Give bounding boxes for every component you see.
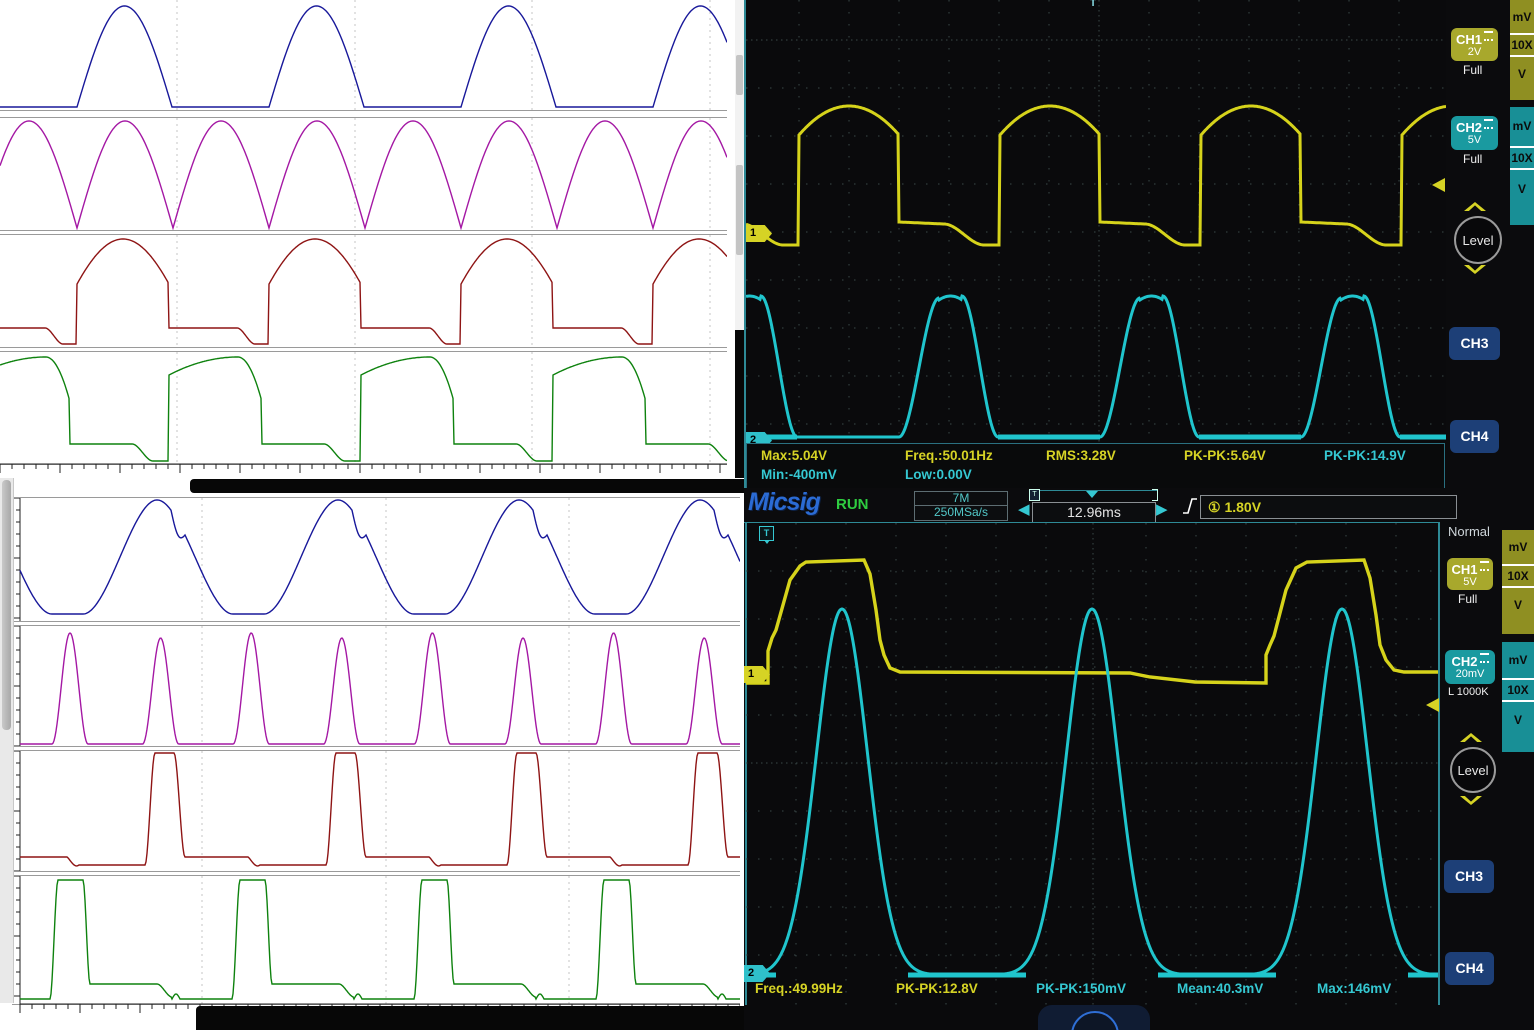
meas-pkpk1: PK-PK:12.8V <box>896 981 978 996</box>
ch1-unit-panel[interactable]: mV 10X V <box>1502 530 1534 634</box>
meas-pkpk1: PK-PK:5.64V <box>1184 448 1266 463</box>
level-down-chevron-icon[interactable] <box>1464 265 1486 274</box>
level-down-chevron-icon[interactable] <box>1460 796 1482 805</box>
unit-mv[interactable]: mV <box>1502 642 1534 678</box>
t-glyph: T <box>1029 489 1040 501</box>
ch2-scale: 5V <box>1467 134 1482 146</box>
ch2-button[interactable]: CH2 20mV <box>1445 650 1495 684</box>
dc-coupling-icon <box>1479 653 1489 663</box>
unit-v[interactable]: V <box>1510 170 1534 209</box>
timebase-box[interactable]: 12.96ms <box>1032 502 1156 523</box>
level-up-chevron-icon[interactable] <box>1460 733 1482 742</box>
end-bracket <box>1152 489 1158 501</box>
dc-coupling-icon <box>1484 119 1493 129</box>
scrollbar-thumb[interactable] <box>736 55 743 95</box>
level-knob[interactable]: Level <box>1454 216 1502 264</box>
memory-samplerate-box[interactable]: 7M 250MSa/s <box>914 491 1008 521</box>
unit-mv[interactable]: mV <box>1510 107 1534 146</box>
ch1-scale: 5V <box>1463 576 1477 588</box>
ch2-bandwidth: Full <box>1463 152 1483 166</box>
micsig-logo: Micsig <box>748 488 821 516</box>
ch1-scale: 2V <box>1467 46 1482 58</box>
meas-pkpk2: PK-PK:150mV <box>1036 981 1127 996</box>
meas-rms: RMS:3.28V <box>1046 448 1116 463</box>
ch2-scale: 20mV <box>1455 668 1485 680</box>
plot-red-pulses <box>12 750 740 872</box>
probe-10x[interactable]: 10X <box>1502 678 1534 703</box>
probe-10x[interactable]: 10X <box>1510 33 1534 57</box>
trigger-position-bar[interactable]: T <box>1029 489 1158 501</box>
taskbar-fragment <box>196 1006 746 1030</box>
measurement-bar: Max:5.04V Freq.:50.01Hz RMS:3.28V PK-PK:… <box>746 443 1445 489</box>
plot-clamped-sine <box>12 497 740 622</box>
trigger-time-flag[interactable]: T <box>759 526 774 544</box>
level-up-chevron-icon[interactable] <box>1464 202 1486 211</box>
plot-gate-bells <box>12 625 740 747</box>
ch2-memory: L 1000K <box>1448 686 1489 698</box>
trigger-mode[interactable]: Normal <box>1448 524 1490 539</box>
ch1-bandwidth: Full <box>1463 63 1483 77</box>
probe-10x[interactable]: 10X <box>1510 145 1534 170</box>
meas-pkpk2: PK-PK:14.9V <box>1324 448 1406 463</box>
probe-10x[interactable]: 10X <box>1502 564 1534 589</box>
meas-low: Low:0.00V <box>905 467 972 482</box>
scrollbar-thumb[interactable] <box>736 165 743 255</box>
meas-min: Min:-400mV <box>761 467 837 482</box>
meas-max: Max:5.04V <box>761 448 828 463</box>
dc-coupling-icon <box>1479 561 1489 571</box>
unit-mv[interactable]: mV <box>1510 0 1534 33</box>
left-scrollbar-thumb[interactable] <box>2 480 11 730</box>
ch2-unit-panel[interactable]: mV 10X V <box>1510 107 1534 225</box>
run-status[interactable]: RUN <box>836 496 869 513</box>
oscilloscope-screen-top: T 1 2 Max:5.04V Freq.:50.01Hz RMS:3.28V … <box>744 0 1446 489</box>
simulation-plot-window-top <box>0 0 745 478</box>
trigger-position-icon: T <box>1090 0 1097 9</box>
oscilloscope-screen-bottom: T 1 2 Freq.:49.99Hz PK-PK:12.8V PK-PK:15… <box>744 522 1440 1030</box>
timebase-right-arrow-icon[interactable]: ▶ <box>1156 501 1168 519</box>
ch4-button[interactable]: CH4 <box>1445 952 1494 985</box>
x-axis-ticks <box>0 463 727 473</box>
meas-mean: Mean:40.3mV <box>1177 981 1264 996</box>
waveform-traces <box>746 104 1446 440</box>
plot-rectified-sine <box>0 117 727 231</box>
simulation-plot-window-bottom <box>0 478 745 1030</box>
timebase-left-arrow-icon[interactable]: ◀ <box>1018 501 1030 519</box>
waveform-traces <box>746 558 1438 978</box>
title-bar-fragment <box>190 479 746 493</box>
sample-rate: 250MSa/s <box>933 505 989 519</box>
control-panel-bottom: Normal mV 10X V CH1 5V Full CH2 20mV L 1… <box>1440 522 1534 1030</box>
meas-freq: Freq.:50.01Hz <box>905 448 993 463</box>
rising-slope-icon[interactable] <box>1182 496 1198 516</box>
plot-green-pulses <box>12 875 740 1005</box>
ch1-unit-panel[interactable]: mV 10X V <box>1510 0 1534 100</box>
ch2-button[interactable]: CH2 5V <box>1451 116 1498 150</box>
ch1-bandwidth: Full <box>1458 592 1478 606</box>
unit-v[interactable]: V <box>1510 57 1534 90</box>
composite-screenshot: T 1 2 Max:5.04V Freq.:50.01Hz RMS:3.28V … <box>0 0 1534 1030</box>
trigger-level-box[interactable]: ① 1.80V <box>1200 495 1457 519</box>
plot-load-current <box>0 351 727 465</box>
memory-depth: 7M <box>915 492 1007 506</box>
ch3-button[interactable]: CH3 <box>1449 327 1500 360</box>
ch1-button[interactable]: CH1 2V <box>1451 28 1498 61</box>
unit-mv[interactable]: mV <box>1502 530 1534 564</box>
level-knob[interactable]: Level <box>1450 747 1496 793</box>
dc-coupling-icon <box>1484 31 1493 41</box>
unit-v[interactable]: V <box>1502 702 1534 738</box>
plot-half-wave-sine <box>0 0 727 111</box>
control-panel-top: mV 10X V CH1 2V Full CH2 5V Full mV 10X … <box>1446 0 1534 488</box>
ch3-button[interactable]: CH3 <box>1444 860 1494 893</box>
meas-max: Max:146mV <box>1317 981 1392 996</box>
scope-header-bar: Micsig RUN 7M 250MSa/s T ◀ 12.96ms ▶ ① 1… <box>744 488 1534 523</box>
plot-scr-output <box>0 234 727 348</box>
ch4-button[interactable]: CH4 <box>1450 420 1499 453</box>
ch2-unit-panel[interactable]: mV 10X V <box>1502 642 1534 752</box>
meas-freq: Freq.:49.99Hz <box>755 981 843 996</box>
ch1-button[interactable]: CH1 5V <box>1447 558 1493 590</box>
unit-v[interactable]: V <box>1502 588 1534 622</box>
